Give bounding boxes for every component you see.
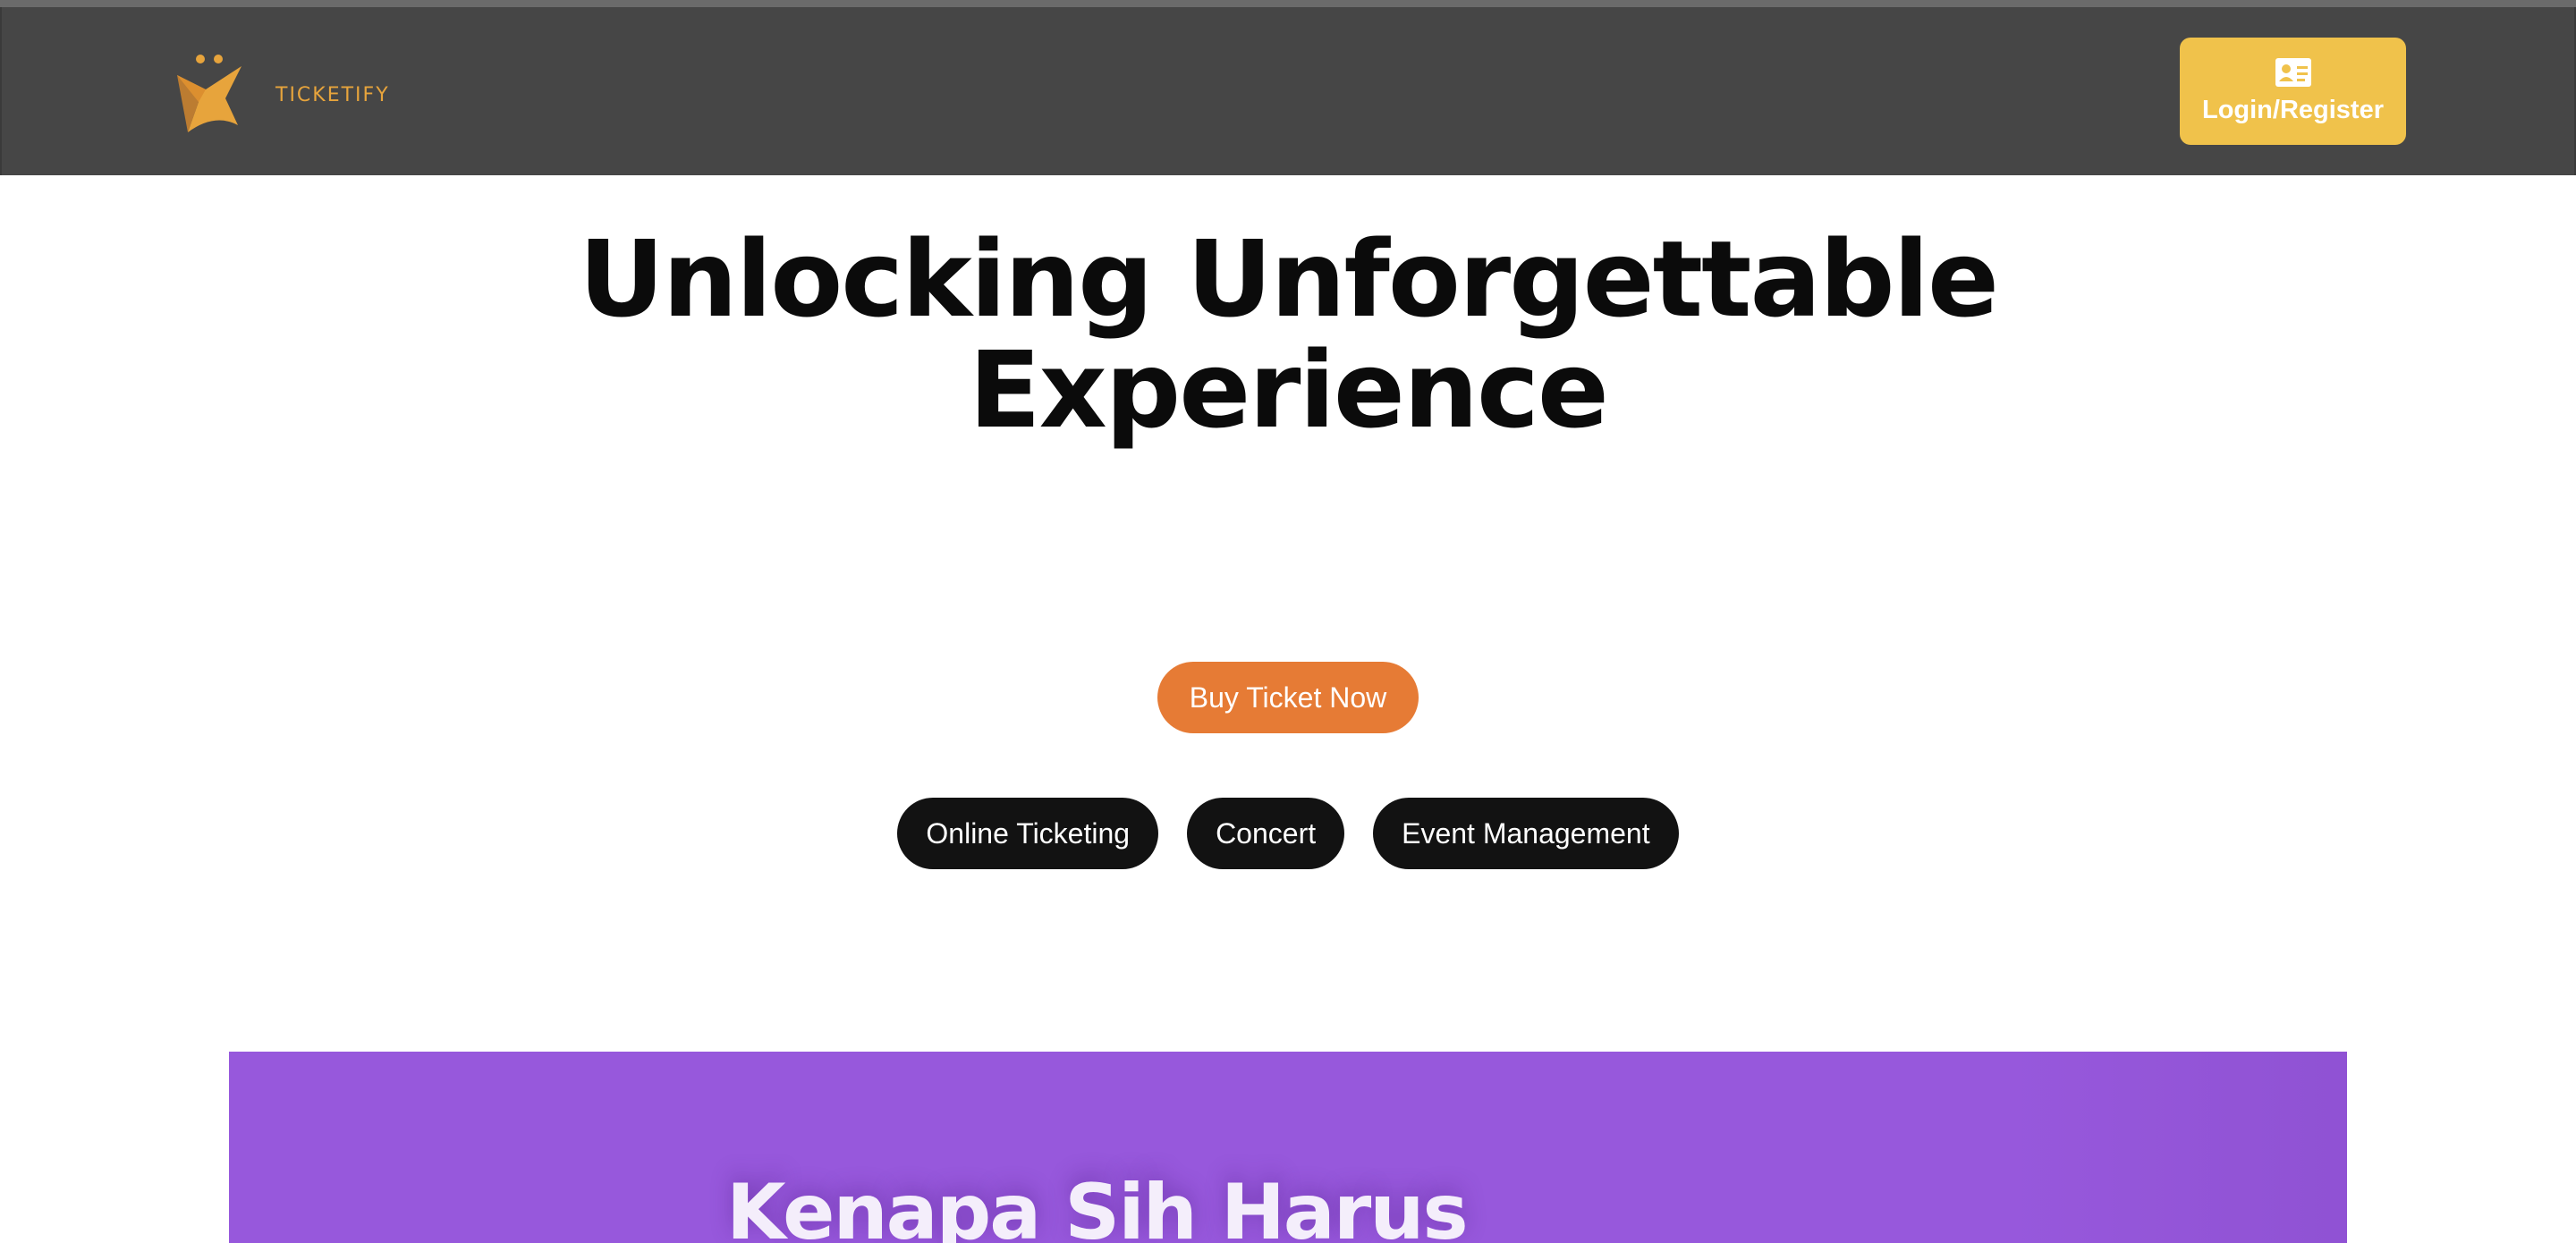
id-card-icon [2275, 57, 2311, 87]
buy-ticket-button[interactable]: Buy Ticket Now [1157, 662, 1419, 733]
brand-name: TICKETIFY [275, 83, 390, 106]
tag-event-management[interactable]: Event Management [1373, 798, 1679, 869]
banner-title: Kenapa Sih Harus [726, 1168, 1469, 1243]
navbar: TICKETIFY Login/Register [0, 7, 2576, 175]
why-section-banner: Kenapa Sih Harus [229, 1052, 2347, 1243]
login-register-button[interactable]: Login/Register [2180, 38, 2406, 145]
star-figure-logo-icon [177, 55, 242, 132]
hero-title-line-1: Unlocking Unforgettable [578, 217, 1999, 341]
brand-logo[interactable]: TICKETIFY [174, 50, 390, 132]
window-top-border [0, 0, 2576, 7]
hero-title: Unlocking Unforgettable Experience [0, 224, 2576, 445]
login-register-label: Login/Register [2201, 95, 2384, 124]
tag-online-ticketing[interactable]: Online Ticketing [897, 798, 1159, 869]
tag-list: Online Ticketing Concert Event Managemen… [0, 798, 2576, 869]
tag-concert[interactable]: Concert [1187, 798, 1345, 869]
hero-title-line-2: Experience [969, 328, 1609, 452]
